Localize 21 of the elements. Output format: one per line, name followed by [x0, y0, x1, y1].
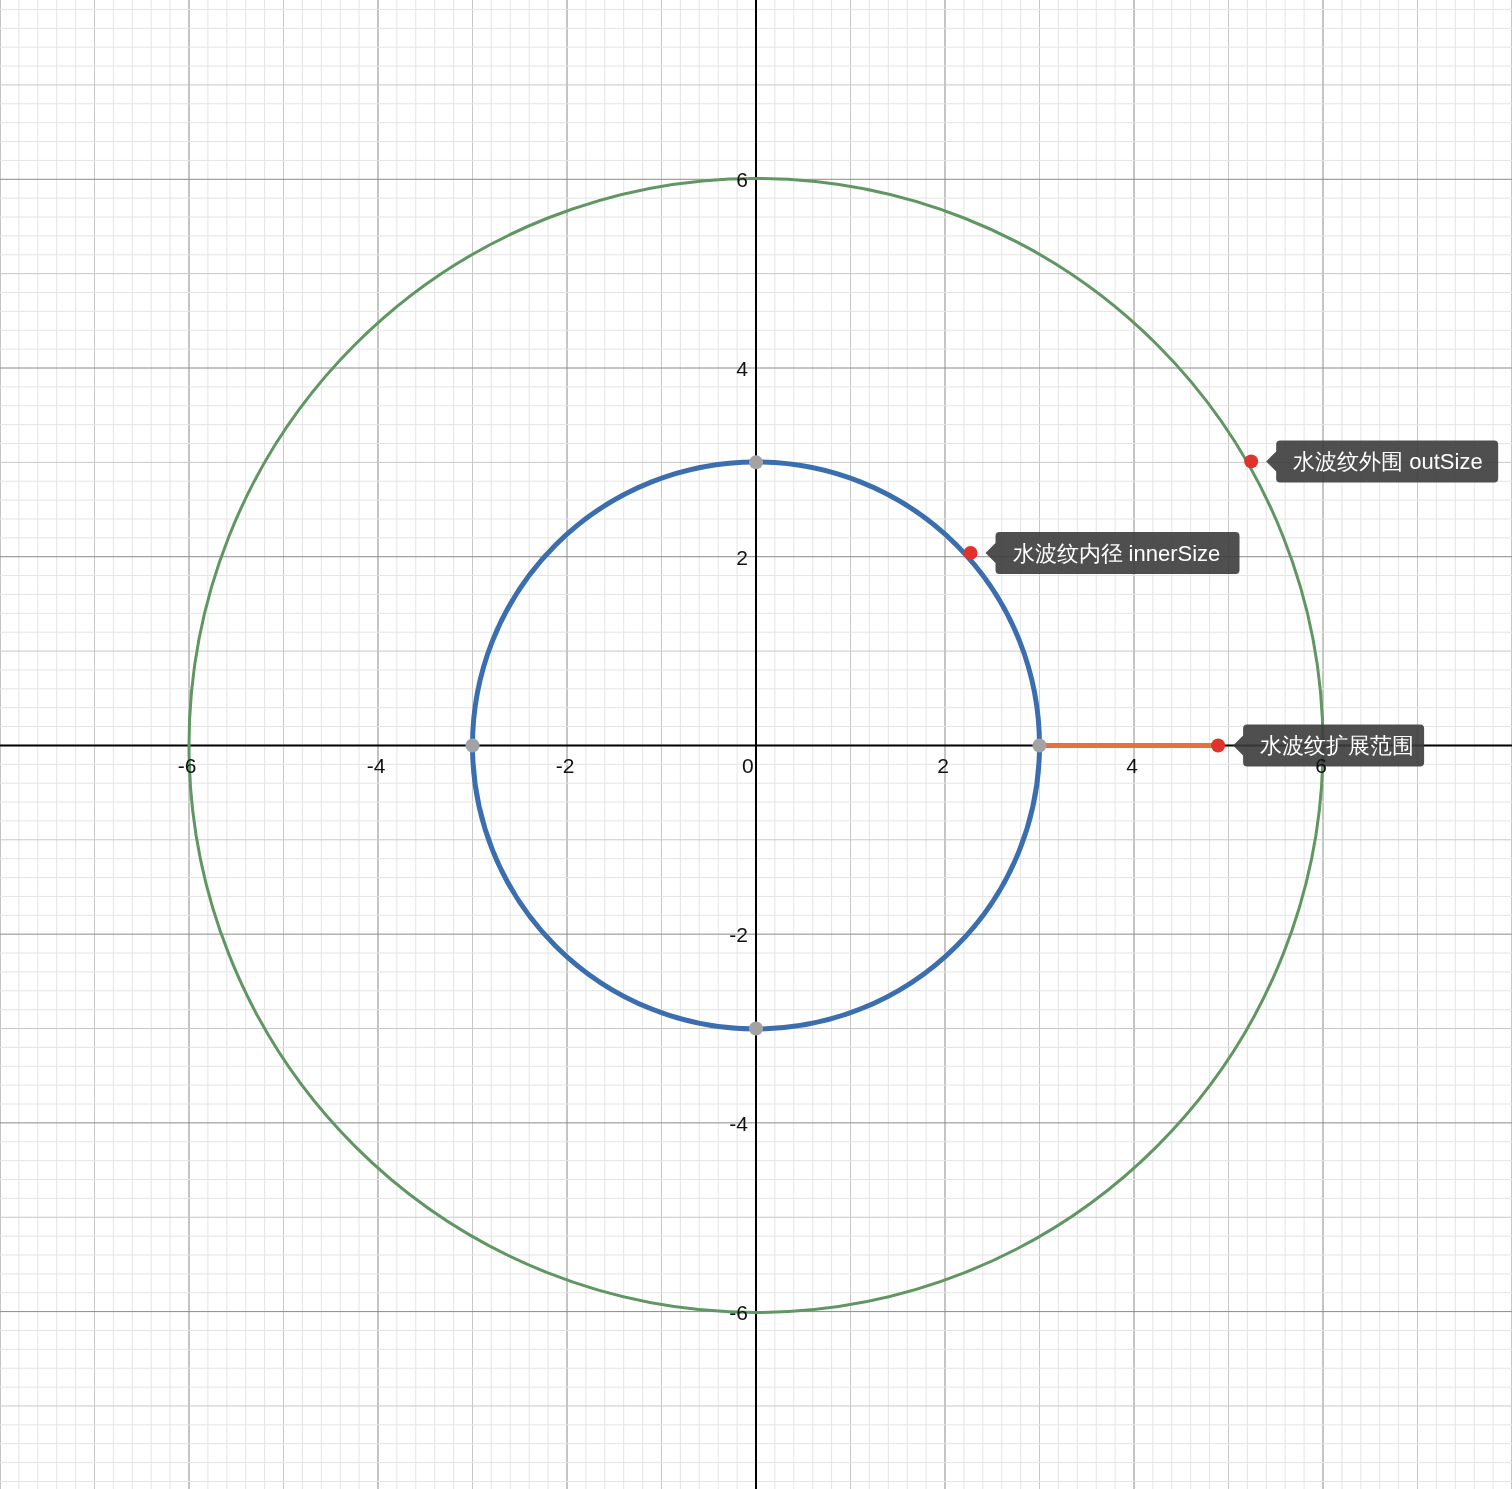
tick-label: -2 [555, 754, 575, 778]
tick-label: 4 [1126, 754, 1138, 778]
point-marker[interactable] [749, 1021, 763, 1036]
tick-label: 2 [937, 754, 949, 778]
point-marker[interactable] [1244, 454, 1259, 469]
tick-label: -2 [729, 923, 748, 947]
tick-label: 4 [736, 357, 748, 380]
tick-label: 2 [736, 545, 748, 569]
point-marker[interactable] [963, 545, 978, 560]
point-marker[interactable] [749, 455, 763, 470]
point-marker[interactable] [465, 738, 480, 753]
tick-label: 0 [742, 754, 754, 778]
callout-label: 水波纹外围 outSize [1266, 440, 1499, 483]
point-marker[interactable] [1211, 738, 1226, 753]
tick-label: -4 [729, 1111, 748, 1135]
annotation: 水波纹扩展范围 [1260, 733, 1415, 759]
callout-label: 水波纹内径 innerSize [985, 531, 1240, 574]
annotation: 水波纹外围 outSize [1293, 449, 1483, 475]
tick-label: -4 [366, 754, 386, 778]
point-marker[interactable] [1032, 738, 1047, 753]
annotation: 水波纹内径 innerSize [1012, 540, 1221, 566]
